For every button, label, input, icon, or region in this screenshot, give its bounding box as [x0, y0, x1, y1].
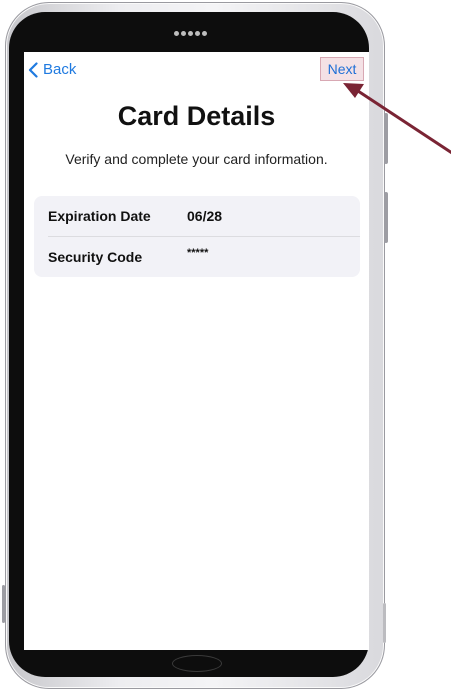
arrow-icon: [343, 83, 451, 155]
screenshot-stage: Back Next Card Details Verify and comple…: [0, 0, 451, 691]
